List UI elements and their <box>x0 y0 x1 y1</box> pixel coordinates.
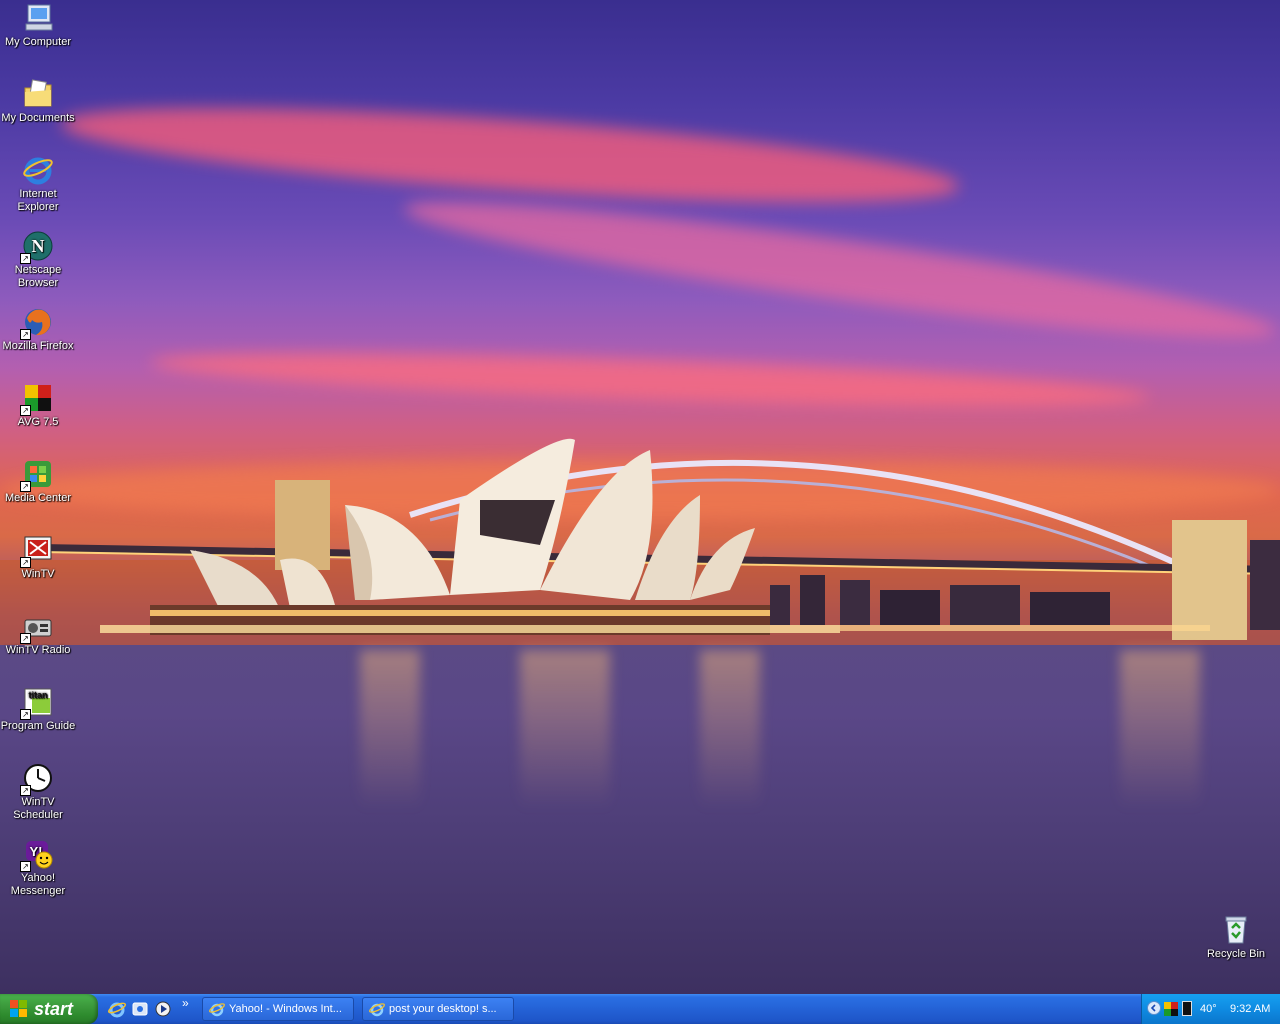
tray-expand-chevron-icon[interactable] <box>1147 1001 1161 1015</box>
media-center-icon: ↗ <box>20 458 54 492</box>
quick-launch-chevron[interactable]: » <box>182 996 189 1010</box>
desktop-icon-label: Program Guide <box>0 720 76 732</box>
desktop-icon-label: Mozilla Firefox <box>2 340 74 352</box>
desktop-icon-wintv[interactable]: ↗ WinTV <box>0 534 76 581</box>
shortcut-arrow-icon: ↗ <box>20 861 31 872</box>
desktop-wallpaper <box>0 0 1280 994</box>
shortcut-arrow-icon: ↗ <box>20 785 31 796</box>
system-tray: 40° 9:32 AM <box>1141 994 1280 1024</box>
wintv-icon: ↗ <box>20 534 54 568</box>
shortcut-arrow-icon: ↗ <box>20 405 31 416</box>
netscape-icon: N ↗ <box>20 230 54 264</box>
desktop-icon-wintv-scheduler[interactable]: ↗ WinTV Scheduler <box>0 762 76 822</box>
light-reflection <box>1120 650 1200 810</box>
desktop-icon-my-computer[interactable]: My Computer <box>0 2 76 49</box>
desktop-icon-label: Internet Explorer <box>17 188 59 213</box>
desktop-icon-label: Recycle Bin <box>1206 948 1266 960</box>
desktop-icon-avg[interactable]: ↗ AVG 7.5 <box>0 382 76 429</box>
taskbar-button-yahoo-ie[interactable]: Yahoo! - Windows Int... <box>202 997 354 1021</box>
desktop-icon-wintv-radio[interactable]: ↗ WinTV Radio <box>0 610 76 657</box>
desktop-icon-label: Yahoo! Messenger <box>10 872 66 897</box>
radio-icon: ↗ <box>20 610 54 644</box>
internet-explorer-icon <box>22 154 54 186</box>
task-label: post your desktop! s... <box>389 1003 497 1015</box>
desktop-icon-label: Media Center <box>4 492 72 504</box>
shortcut-arrow-icon: ↗ <box>20 709 31 720</box>
shortcut-arrow-icon: ↗ <box>20 329 31 340</box>
light-reflection <box>520 650 610 810</box>
svg-text:N: N <box>32 236 45 256</box>
light-reflection <box>700 650 760 810</box>
titan-tv-icon: titan ↗ <box>20 686 54 720</box>
taskbar: start » Yahoo! - Windows Int... post you… <box>0 994 1280 1024</box>
desktop-icon-label: WinTV Radio <box>5 644 71 656</box>
clock-icon: ↗ <box>20 762 54 796</box>
desktop-icon-label: My Computer <box>4 36 72 48</box>
tray-clock[interactable]: 9:32 AM <box>1230 1003 1270 1015</box>
shortcut-arrow-icon: ↗ <box>20 253 31 264</box>
yahoo-messenger-icon: Y! ↗ <box>20 838 54 872</box>
harbour-water <box>0 645 1280 994</box>
desktop-icon-netscape-browser[interactable]: N ↗ Netscape Browser <box>0 230 76 290</box>
desktop-icon-internet-explorer[interactable]: Internet Explorer <box>0 154 76 214</box>
task-label: Yahoo! - Windows Int... <box>229 1003 342 1015</box>
svg-text:titan: titan <box>29 690 48 700</box>
recycle-bin-icon <box>1220 914 1252 946</box>
desktop-icon-yahoo-messenger[interactable]: Y! ↗ Yahoo! Messenger <box>0 838 76 898</box>
shortcut-arrow-icon: ↗ <box>20 557 31 568</box>
start-button[interactable]: start <box>0 994 98 1024</box>
cloud-streak <box>58 88 962 222</box>
tray-network-icon[interactable] <box>1164 1002 1178 1016</box>
computer-icon <box>22 2 54 34</box>
tray-device-icon[interactable] <box>1182 1001 1192 1016</box>
shortcut-arrow-icon: ↗ <box>20 633 31 644</box>
quick-launch-internet-explorer-icon[interactable] <box>107 1000 127 1018</box>
cloud-streak <box>400 179 1280 361</box>
quick-launch-show-desktop-icon[interactable] <box>131 1000 149 1018</box>
desktop-icon-label: My Documents <box>1 112 75 124</box>
avg-icon: ↗ <box>20 382 54 416</box>
start-label: start <box>34 998 74 1019</box>
desktop-icon-media-center[interactable]: ↗ Media Center <box>0 458 76 505</box>
tray-temperature[interactable]: 40° <box>1200 1003 1217 1015</box>
quick-launch-media-player-icon[interactable] <box>154 1000 172 1018</box>
light-reflection <box>360 650 420 810</box>
desktop-icon-my-documents[interactable]: My Documents <box>0 78 76 125</box>
documents-folder-icon <box>22 78 54 110</box>
shortcut-arrow-icon: ↗ <box>20 481 31 492</box>
desktop-icon-label: AVG 7.5 <box>17 416 59 428</box>
taskbar-button-post-desktop-ie[interactable]: post your desktop! s... <box>362 997 514 1021</box>
firefox-icon: ↗ <box>20 306 54 340</box>
desktop-icon-label: WinTV <box>21 568 55 580</box>
internet-explorer-icon <box>209 1003 225 1017</box>
desktop-icon-label: WinTV Scheduler <box>13 796 63 821</box>
internet-explorer-icon <box>369 1003 385 1017</box>
desktop-icon-label: Netscape Browser <box>14 264 62 289</box>
desktop-icon-mozilla-firefox[interactable]: ↗ Mozilla Firefox <box>0 306 76 353</box>
desktop-icon-recycle-bin[interactable]: Recycle Bin <box>1198 914 1274 961</box>
desktop-icon-program-guide[interactable]: titan ↗ Program Guide <box>0 686 76 733</box>
harbour-bridge-scene <box>0 438 1280 650</box>
windows-logo-icon <box>10 1000 28 1018</box>
